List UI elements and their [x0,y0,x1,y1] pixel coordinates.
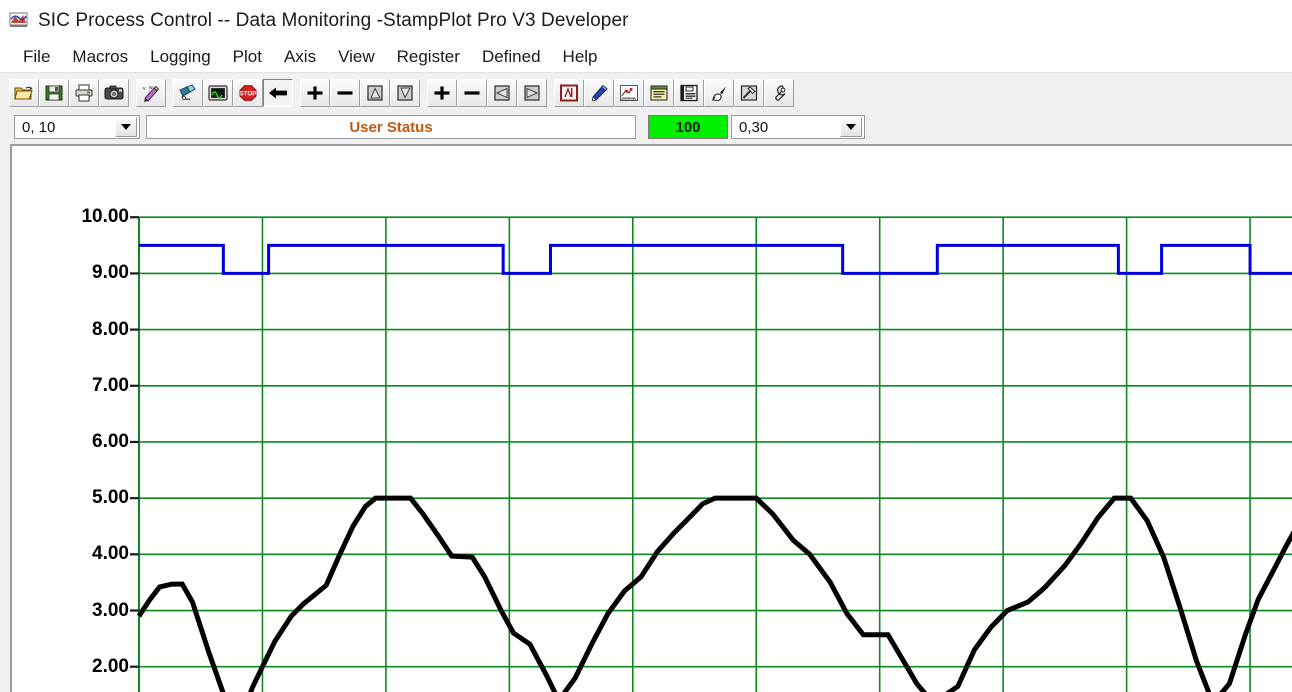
axis-range-value: 0, 10 [22,118,56,136]
y-axis-labels: 10.00 9.00 8.00 7.00 6.00 5.00 4.00 3.00 2.00 [12,146,137,692]
plus-icon[interactable] [300,78,330,107]
hammer-icon[interactable] [734,78,764,107]
toolbar-group-annotate: v w [136,78,166,107]
chart-data-icon[interactable]: GraphData [614,78,644,107]
status-strip: 0, 10 User Status 100 0,30 [0,112,1292,142]
chevron-down-icon[interactable] [115,117,137,137]
scale-down-icon[interactable] [390,78,420,107]
minus-icon-x[interactable] [457,78,487,107]
camera-icon[interactable] [99,78,129,107]
menu-item-axis[interactable]: Axis [273,45,327,69]
user-status-field[interactable]: User Status [146,115,636,139]
printer-icon[interactable] [69,78,99,107]
connect-plug-icon[interactable] [173,78,203,107]
y-axis-tick-label: 7.00 [92,374,129,396]
pen-icon[interactable] [584,78,614,107]
menu-item-help[interactable]: Help [552,45,609,69]
series-process-variable [136,495,1292,692]
y-axis-tick-label: 8.00 [92,318,129,340]
data-series-group [136,243,1292,692]
menu-item-file[interactable]: File [12,45,61,69]
wrench-icon[interactable] [764,78,794,107]
save-disk-icon[interactable] [39,78,69,107]
menu-item-defined[interactable]: Defined [471,45,552,69]
arrow-left-icon[interactable] [263,78,293,107]
plot-canvas[interactable] [12,146,1292,692]
toolbar-group-file [9,78,129,107]
svg-text:STOP: STOP [240,90,257,97]
app-flag-icon [8,10,30,32]
menu-bar: File Macros Logging Plot Axis View Regis… [0,42,1292,72]
pointer-hand-icon[interactable] [704,78,734,107]
toolbar-group-tools: GraphData [554,78,794,107]
y-axis-tick-label: 6.00 [92,430,129,452]
time-range-value: 0,30 [739,118,769,136]
toolbar-group-xaxis [427,78,547,107]
open-folder-icon[interactable] [9,78,39,107]
menu-item-plot[interactable]: Plot [222,45,273,69]
y-axis-tick-label: 4.00 [92,543,129,565]
toolbar: v w STOP GraphData [0,72,1292,112]
plot-window-icon[interactable] [554,78,584,107]
notes-icon[interactable] [644,78,674,107]
scale-up-icon[interactable] [360,78,390,107]
axis-range-combo[interactable]: 0, 10 [14,115,140,139]
y-axis-tick-label: 3.00 [92,599,129,621]
application-window: SIC Process Control -- Data Monitoring -… [0,0,1292,692]
time-range-combo[interactable]: 0,30 [731,115,865,139]
window-title: SIC Process Control -- Data Monitoring -… [38,10,629,31]
monitor-plot-icon[interactable] [203,78,233,107]
minus-icon[interactable] [330,78,360,107]
y-axis-tick-label: 2.00 [92,655,129,677]
chevron-down-icon-2[interactable] [840,117,862,137]
value-meter: 100 [648,115,728,139]
stop-sign-icon[interactable]: STOP [233,78,263,107]
datasheet-icon[interactable] [674,78,704,107]
pan-right-icon[interactable] [517,78,547,107]
user-status-text: User Status [349,118,433,136]
plus-icon-x[interactable] [427,78,457,107]
title-bar: SIC Process Control -- Data Monitoring -… [0,0,1292,42]
y-axis-tick-label: 10.00 [81,206,129,228]
y-axis-tick-label: 5.00 [92,487,129,509]
series-digital-status [139,243,1292,275]
menu-item-register[interactable]: Register [386,45,471,69]
plot-panel[interactable]: 10.00 9.00 8.00 7.00 6.00 5.00 4.00 3.00 2.00 [10,144,1292,692]
menu-item-logging[interactable]: Logging [139,45,222,69]
toolbar-group-yaxis [300,78,420,107]
svg-text:GraphData: GraphData [621,97,637,101]
grid-lines [138,216,1292,692]
pan-left-icon[interactable] [487,78,517,107]
pencil-marker-icon[interactable]: v w [136,78,166,107]
toolbar-group-connection: STOP [173,78,293,107]
menu-item-macros[interactable]: Macros [61,45,139,69]
value-meter-text: 100 [675,118,701,136]
svg-text:v: v [143,86,146,92]
y-axis-tick-label: 9.00 [92,262,129,284]
menu-item-view[interactable]: View [327,45,386,69]
